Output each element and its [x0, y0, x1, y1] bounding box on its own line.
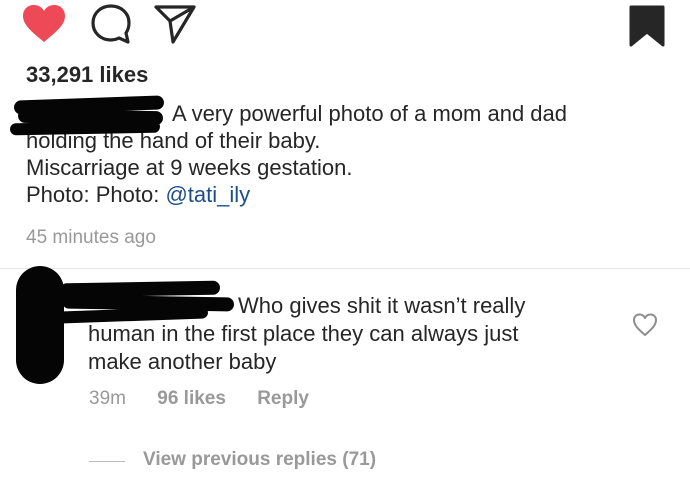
share-icon[interactable] — [153, 3, 197, 45]
mention-link[interactable]: @tati_ily — [165, 182, 250, 207]
caption-line: Miscarriage at 9 weeks gestation. — [26, 155, 353, 180]
comment-line: make another baby — [88, 349, 277, 374]
comment-meta: 39m 96 likes Reply — [89, 388, 335, 410]
comment-line: Who gives shit it wasn’t really — [238, 293, 526, 318]
post-timestamp: 45 minutes ago — [26, 227, 156, 248]
caption-credit: Photo: Photo: @tati_ily — [26, 181, 666, 208]
comment-like-count[interactable]: 96 likes — [157, 388, 226, 409]
comment-body: Who gives shit it wasn’t really human in… — [88, 292, 608, 376]
divider — [0, 268, 690, 269]
comment-heart-icon[interactable] — [632, 312, 658, 338]
bookmark-icon[interactable] — [627, 5, 667, 47]
post-action-bar — [0, 0, 690, 50]
post-like-count[interactable]: 33,291 likes — [26, 62, 148, 88]
replies-divider — [89, 461, 125, 462]
view-previous-replies-button[interactable]: View previous replies (71) — [143, 449, 376, 471]
comment-line: human in the first place they can always… — [88, 321, 519, 346]
comment-age: 39m — [89, 388, 126, 409]
reply-button[interactable]: Reply — [257, 388, 309, 409]
avatar[interactable] — [16, 266, 64, 384]
heart-icon[interactable] — [22, 4, 66, 44]
credit-prefix: Photo: Photo: — [26, 182, 166, 207]
comment-icon[interactable] — [89, 2, 133, 46]
